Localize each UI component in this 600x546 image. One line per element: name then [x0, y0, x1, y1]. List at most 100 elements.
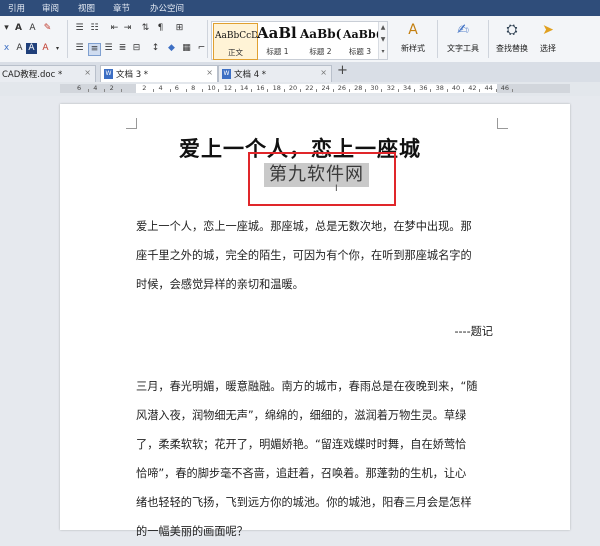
ruler-number: 42 [468, 84, 477, 92]
ruler-number: 28 [354, 84, 363, 92]
font-size-dropdown-icon[interactable]: ▾ [1, 23, 12, 34]
border-icon[interactable]: ▦ [181, 43, 192, 54]
ruler-tick [104, 89, 106, 92]
document-tab-bar: CAD教程.doc * × W 文档 3 * × W 文档 4 * × [0, 62, 600, 83]
text-line: 绪也轻轻的飞扬，飞到远方你的城池。你的城池，阳春三月会是怎样 [136, 496, 472, 509]
text-line: 三月，春光明媚，暖意融融。南方的城市，春雨总是在夜晚到来，“随 [136, 380, 478, 393]
text-line: 时候，会感觉异样的亲切和温暖。 [136, 278, 304, 291]
expand-icon[interactable]: ▾ [379, 46, 387, 58]
show-marks-icon[interactable]: ¶ [155, 23, 166, 34]
grow-font-icon[interactable]: A [13, 23, 24, 34]
style-sample: AaBbCcDd [215, 31, 258, 41]
align-left-icon[interactable]: ☰ [74, 43, 85, 54]
ruler-number: 34 [403, 84, 412, 92]
sort-icon[interactable]: ⇅ [140, 23, 151, 34]
text-line: 的一幅美丽的画面呢？ [136, 525, 248, 538]
tab-doc-3[interactable]: W 文档 3 * × [100, 65, 218, 82]
ruler-number: 4 [158, 84, 163, 92]
menu-item-office-space[interactable]: 办公空间 [150, 2, 184, 14]
font-color-icon[interactable]: A [14, 43, 25, 54]
doc-icon: W [104, 69, 113, 79]
shading-icon[interactable]: ◆ [166, 43, 177, 54]
ruler-number: 12 [223, 84, 232, 92]
binoculars-icon: ⛭ [506, 22, 518, 38]
close-icon[interactable]: × [320, 68, 327, 77]
new-style-label: 新样式 [401, 44, 425, 53]
text-line: 座千里之外的城，完全的陌生，可因为有个你，在听到那座城名字的 [136, 249, 472, 262]
ruler-tick [316, 89, 318, 92]
style-heading-1[interactable]: AaBl 标题 1 [256, 23, 299, 58]
ruler-tick [365, 89, 367, 92]
tab-label: 文档 3 * [116, 70, 149, 80]
tabs-icon[interactable]: ⌐ [196, 43, 207, 54]
gallery-scroll[interactable]: ▲ ▼ ▾ [378, 22, 387, 59]
close-icon[interactable]: × [84, 68, 91, 77]
ruler-number: 2 [109, 84, 114, 92]
para-settings-icon[interactable]: ⊞ [174, 23, 185, 34]
new-style-icon: A [408, 22, 418, 38]
ruler-number: 2 [142, 84, 147, 92]
menu-item-section[interactable]: 章节 [113, 2, 130, 14]
decrease-indent-icon[interactable]: ⇤ [109, 23, 120, 34]
align-right-icon[interactable]: ☰ [103, 43, 114, 54]
numbered-list-icon[interactable]: ☷ [89, 23, 100, 34]
highlight-color-icon[interactable]: A [40, 43, 51, 54]
char-shading-icon[interactable]: A [26, 43, 37, 54]
chevron-up-icon[interactable]: ▲ [379, 22, 387, 34]
line-spacing-icon[interactable]: ↕ [150, 43, 161, 54]
justify-icon[interactable]: ≣ [117, 43, 128, 54]
select-button[interactable]: ➤ 选择 [535, 19, 561, 59]
align-center-icon[interactable]: ≡ [88, 43, 101, 56]
new-tab-button[interactable]: + [337, 63, 348, 78]
paragraph-epigraph[interactable]: 爱上一个人，恋上一座城。那座城，总是无数次地，在梦中出现。那 座千里之外的城，完… [136, 212, 498, 299]
paragraph-body[interactable]: 三月，春光明媚，暖意融融。南方的城市，春雨总是在夜晚到来，“随 风潜入夜，润物细… [136, 372, 498, 546]
tab-doc-4[interactable]: W 文档 4 * × [218, 65, 332, 82]
tab-cad-doc[interactable]: CAD教程.doc * × [0, 65, 96, 82]
shrink-font-icon[interactable]: A [27, 23, 38, 34]
style-normal[interactable]: AaBbCcDd 正文 [213, 23, 258, 60]
style-name: 正文 [228, 48, 243, 57]
ruler-number: 36 [419, 84, 428, 92]
style-sample: AaBb( [343, 28, 378, 41]
ruler-tick [446, 89, 448, 92]
find-replace-button[interactable]: ⛭ 查找替换 [490, 19, 534, 59]
ruler-tick [283, 89, 285, 92]
clear-format-icon[interactable]: ✎ [42, 23, 53, 34]
margin-corner-mark [126, 118, 137, 129]
text-tools-button[interactable]: ✍ 文字工具 [440, 19, 486, 59]
ruler-number: 40 [451, 84, 461, 92]
ruler-number: 32 [386, 84, 395, 92]
margin-corner-mark [497, 118, 508, 129]
ruler-tick [381, 89, 383, 92]
ruler-number: 22 [305, 84, 314, 92]
ruler-tick [348, 89, 350, 92]
distribute-icon[interactable]: ⊟ [131, 43, 142, 54]
bullet-list-icon[interactable]: ☰ [74, 23, 85, 34]
increase-indent-icon[interactable]: ⇥ [122, 23, 133, 34]
ruler-tick [153, 89, 155, 92]
text-line: 爱上一个人，恋上一座城。那座城，总是无数次地，在梦中出现。那 [136, 220, 472, 233]
new-style-button[interactable]: A 新样式 [391, 19, 435, 59]
cursor-arrow-icon: ➤ [542, 22, 554, 38]
menu-item-review[interactable]: 审阅 [42, 2, 59, 14]
close-icon[interactable]: × [206, 68, 213, 77]
ruler-number: 6 [174, 84, 179, 92]
style-heading-3[interactable]: AaBb( 标题 3 [342, 23, 378, 58]
style-name: 标题 1 [266, 47, 289, 56]
style-sample: AaBl [257, 24, 297, 42]
style-name: 标题 2 [309, 47, 332, 56]
ribbon-separator [67, 20, 68, 58]
ruler-number: 24 [321, 84, 330, 92]
ruler-tick [299, 89, 301, 92]
menu-item-references[interactable]: 引用 [8, 2, 25, 14]
horizontal-ruler[interactable]: 6 4 2 2 4 6 8 10 12 14 16 18 20 22 24 26 28 30 32 34 36 38 40 4… [0, 82, 600, 96]
ruler-tick [462, 89, 464, 92]
doc-icon: W [222, 69, 231, 79]
signature[interactable]: ----题记 [136, 323, 493, 339]
menu-item-view[interactable]: 视图 [78, 2, 95, 14]
superscript-icon[interactable]: x [1, 43, 12, 54]
style-heading-2[interactable]: AaBb( 标题 2 [299, 23, 342, 58]
font-dropdown-icon[interactable]: ▾ [52, 43, 63, 54]
chevron-down-icon[interactable]: ▼ [379, 34, 387, 46]
ruler-number: 4 [93, 84, 98, 92]
